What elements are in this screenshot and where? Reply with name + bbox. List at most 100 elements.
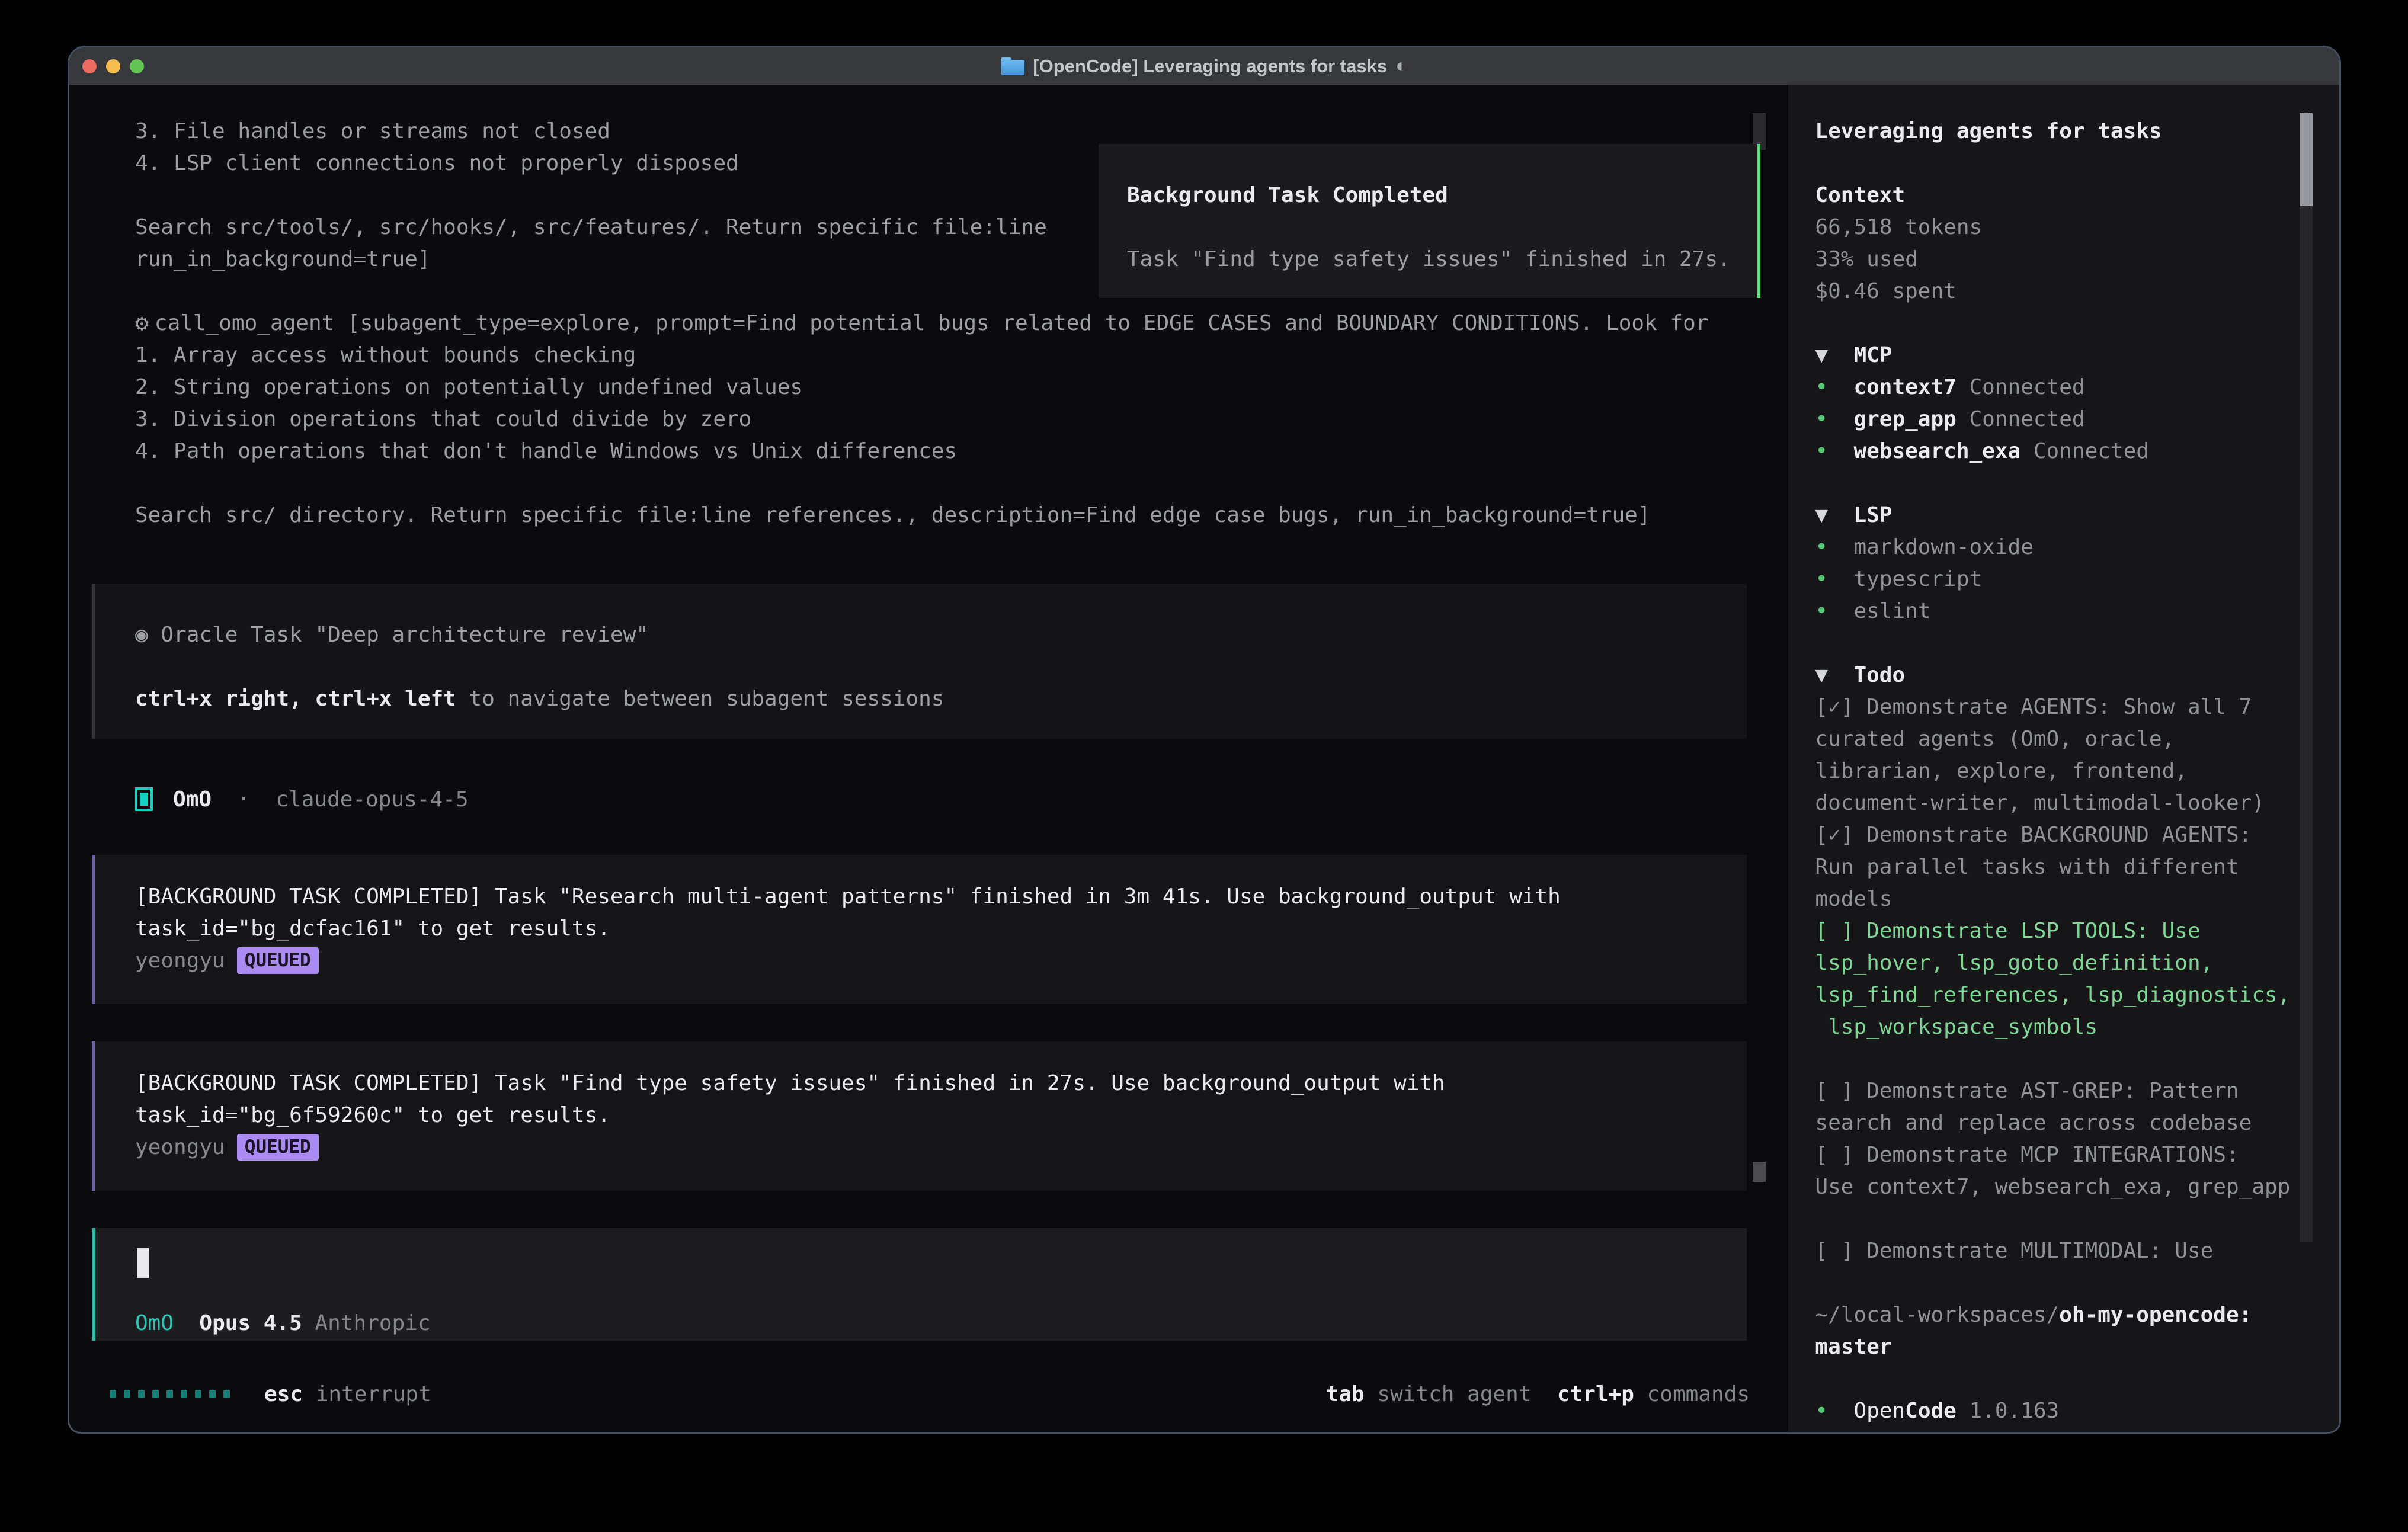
tool-call-line: 2. String operations on potentially unde… (135, 371, 1788, 403)
message-line: [BACKGROUND TASK COMPLETED] Task "Find t… (135, 1067, 1747, 1099)
bullet-icon: • (1815, 567, 1853, 591)
item-name: context7 (1853, 375, 1956, 399)
agent-header: OmO · claude-opus-4-5 (135, 783, 1788, 815)
gear-icon: ⚙ (135, 310, 149, 336)
input-model-line: OmO Opus 4.5 Anthropic (135, 1307, 431, 1339)
item-status: Connected (1956, 375, 2085, 399)
todo-item-line: Run parallel tasks with different (1815, 851, 2339, 883)
titlebar[interactable]: [OpenCode] Leveraging agents for tasks ◐ (69, 47, 2339, 85)
tool-call-line: 4. Path operations that don't handle Win… (135, 435, 1788, 467)
section-label: MCP (1853, 343, 1892, 367)
context-heading: Context (1815, 179, 2339, 211)
sidebar-list-item: • websearch_exa Connected (1815, 435, 2339, 467)
item-name: grep_app (1853, 407, 1956, 431)
minimize-button[interactable] (106, 59, 120, 73)
bullet-icon: • (1815, 1399, 1853, 1423)
prompt-input[interactable]: OmO Opus 4.5 Anthropic (92, 1228, 1747, 1341)
oracle-task-title: ◉ Oracle Task "Deep architecture review" (135, 618, 1747, 650)
todo-item-line: lsp_find_references, lsp_diagnostics, (1815, 979, 2339, 1011)
app-name-bold: Code (1905, 1399, 1956, 1423)
agent-name: OmO (173, 787, 212, 812)
tool-call-line: 1. Array access without bounds checking (135, 339, 1788, 371)
status-right: tab switch agent ctrl+p commands (1326, 1382, 1750, 1406)
workspace-repo: oh-my-opencode: (2059, 1303, 2252, 1327)
tool-call-line: Search src/ directory. Return specific f… (135, 499, 1788, 531)
folder-icon (1001, 57, 1024, 75)
todo-item-line: models (1815, 883, 2339, 915)
background-task-notification[interactable]: Background Task Completed Task "Find typ… (1099, 144, 1760, 298)
chevron-down-icon: ▼ (1815, 343, 1853, 367)
tool-call-output: ⚙call_omo_agent [subagent_type=explore, … (69, 307, 1788, 531)
window-title-group: [OpenCode] Leveraging agents for tasks ◐ (1001, 55, 1407, 78)
context-stat: 66,518 tokens (1815, 211, 2339, 243)
tab-key-hint: tab (1326, 1382, 1365, 1406)
session-busy-icon: ◐ (1395, 55, 1408, 78)
context-stat: $0.46 spent (1815, 275, 2339, 307)
app-version: • OpenCode 1.0.163 (1815, 1395, 2339, 1427)
ctrlp-key-label: commands (1647, 1382, 1750, 1406)
workspace-branch: master (1815, 1331, 2339, 1363)
tool-call-line: 3. Division operations that could divide… (135, 403, 1788, 435)
tool-call-line: ⚙call_omo_agent [subagent_type=explore, … (135, 307, 1788, 339)
ctrlp-key-hint: ctrl+p (1557, 1382, 1634, 1406)
bullet-icon: • (1815, 407, 1853, 431)
close-button[interactable] (82, 59, 97, 73)
text-cursor (137, 1248, 149, 1278)
item-name: typescript (1853, 567, 1982, 591)
agent-model: claude-opus-4-5 (276, 787, 468, 812)
item-name: eslint (1853, 599, 1930, 623)
status-badge: QUEUED (237, 1134, 319, 1161)
sidebar-section-header-todo[interactable]: ▼ Todo (1815, 659, 2339, 691)
zoom-button[interactable] (130, 59, 144, 73)
sidebar-scrollbar-thumb[interactable] (2300, 113, 2313, 206)
spinner-dots-icon (110, 1390, 230, 1398)
todo-item-line: search and replace across codebase (1815, 1107, 2339, 1139)
notification-body: Task "Find type safety issues" finished … (1127, 243, 1757, 275)
sidebar-list-item: • grep_app Connected (1815, 403, 2339, 435)
item-status: Connected (1956, 407, 2085, 431)
todo-item-line: document-writer, multimodal-looker) (1815, 787, 2339, 819)
bullet-icon: • (1815, 439, 1853, 463)
version-number: 1.0.163 (1956, 1399, 2059, 1423)
esc-key-hint: esc (264, 1382, 303, 1406)
item-status: Connected (2020, 439, 2149, 463)
todo-item-line: lsp_workspace_symbols (1815, 1011, 2339, 1043)
oracle-task-hint: ctrl+x right, ctrl+x left to navigate be… (135, 682, 1747, 714)
sidebar-scrollbar-track (2300, 113, 2313, 1242)
agent-separator: · (212, 787, 276, 812)
status-left: esc interrupt (110, 1382, 431, 1406)
app-name: Open (1853, 1399, 1905, 1423)
message-author: yeongyu (135, 1135, 225, 1159)
message-meta: yeongyu QUEUED (135, 944, 1747, 976)
agent-checkbox-icon (135, 787, 153, 811)
workspace-path: ~/local-workspaces/oh-my-opencode: (1815, 1299, 2339, 1331)
status-badge: QUEUED (237, 947, 319, 974)
main-scrollbar-thumb[interactable] (1753, 1162, 1766, 1182)
workspace-path-prefix: ~/local-workspaces/ (1815, 1303, 2059, 1327)
section-label: Todo (1853, 663, 1905, 687)
chevron-down-icon: ▼ (1815, 503, 1853, 527)
message-line: task_id="bg_dcfac161" to get results. (135, 912, 1747, 944)
terminal-line: 3. File handles or streams not closed (135, 115, 1788, 147)
todo-item-line: [ ] Demonstrate MULTIMODAL: Use (1815, 1235, 2339, 1267)
session-title: Leveraging agents for tasks (1815, 115, 2339, 147)
todo-item-line: [✓] Demonstrate BACKGROUND AGENTS: (1815, 819, 2339, 851)
todo-item-line: librarian, explore, frontend, (1815, 755, 2339, 787)
todo-item-line: [ ] Demonstrate LSP TOOLS: Use (1815, 915, 2339, 947)
todo-item-line: [ ] Demonstrate AST-GREP: Pattern (1815, 1075, 2339, 1107)
tab-key-label: switch agent (1377, 1382, 1531, 1406)
opencode-window: [OpenCode] Leveraging agents for tasks ◐… (68, 46, 2341, 1434)
sidebar-list-item: • context7 Connected (1815, 371, 2339, 403)
background-task-message: [BACKGROUND TASK COMPLETED] Task "Resear… (92, 855, 1747, 1004)
message-author: yeongyu (135, 948, 225, 973)
input-agent-name: OmO (135, 1311, 174, 1335)
input-provider: Anthropic (315, 1311, 430, 1335)
sidebar-section-header-lsp[interactable]: ▼ LSP (1815, 499, 2339, 531)
item-name: markdown-oxide (1853, 535, 2033, 559)
sidebar-list-item: • typescript (1815, 563, 2339, 595)
status-bar: esc interrupt tab switch agent ctrl+p co… (110, 1378, 1750, 1410)
background-task-message: [BACKGROUND TASK COMPLETED] Task "Find t… (92, 1041, 1747, 1191)
esc-key-label: interrupt (316, 1382, 431, 1406)
context-stat: 33% used (1815, 243, 2339, 275)
sidebar-section-header-mcp[interactable]: ▼ MCP (1815, 339, 2339, 371)
